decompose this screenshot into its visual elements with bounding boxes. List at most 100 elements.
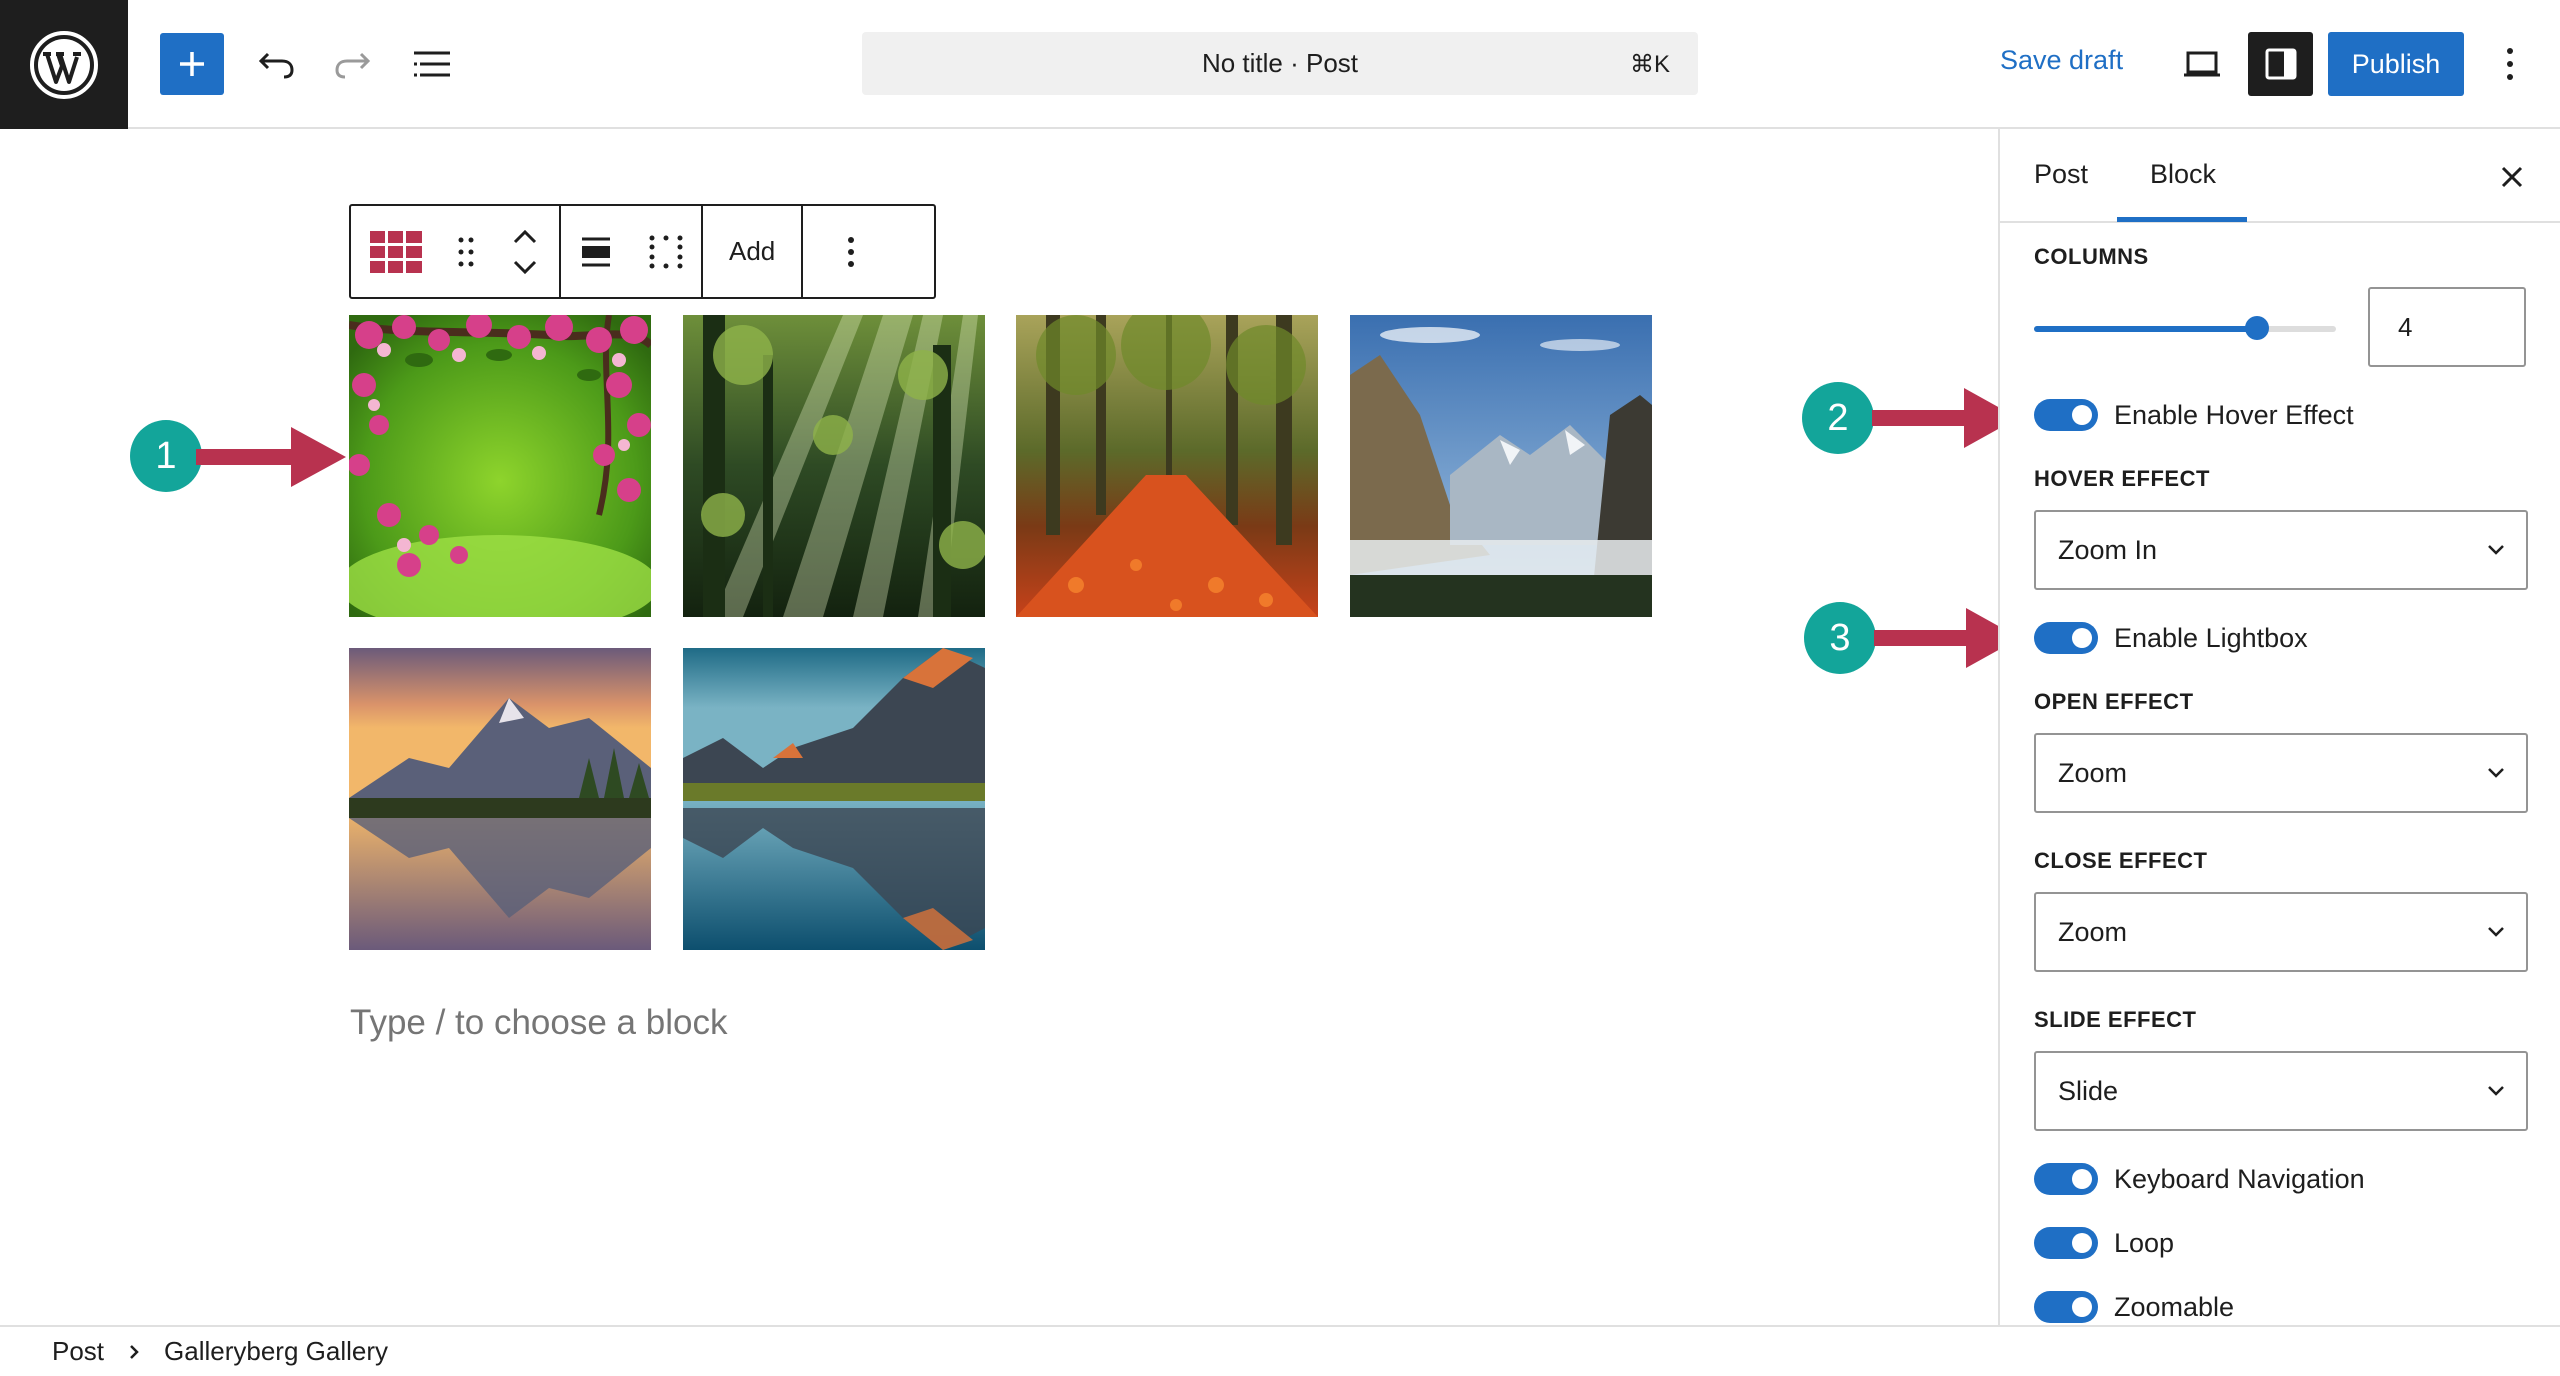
columns-label: COLUMNS bbox=[2034, 244, 2149, 269]
tab-block-active-indicator bbox=[2117, 217, 2247, 222]
layout-button[interactable] bbox=[631, 206, 701, 297]
redo-icon bbox=[335, 52, 371, 79]
chevron-down-icon bbox=[2488, 768, 2504, 778]
close-effect-value: Zoom bbox=[2058, 916, 2128, 947]
keyboard-navigation-row: Keyboard Navigation bbox=[2034, 1163, 2365, 1195]
plus-icon bbox=[180, 52, 204, 76]
document-overview-button[interactable] bbox=[400, 33, 464, 95]
enable-lightbox-row: Enable Lightbox bbox=[2034, 622, 2308, 654]
slide-effect-label: SLIDE EFFECT bbox=[2034, 1007, 2197, 1032]
options-menu-button[interactable] bbox=[2480, 33, 2540, 95]
command-center-button[interactable]: No title · Post ⌘K bbox=[862, 32, 1698, 95]
close-effect-select[interactable]: Zoom bbox=[2034, 892, 2528, 972]
more-vertical-icon bbox=[2507, 48, 2513, 80]
add-images-button[interactable]: Add bbox=[703, 206, 801, 297]
editor-canvas: Add Type / to choose a block 1 bbox=[0, 129, 1998, 1325]
block-type-button[interactable] bbox=[351, 206, 441, 297]
annotation-arrow-1 bbox=[196, 427, 346, 487]
settings-toggle-button[interactable] bbox=[2248, 32, 2313, 96]
valley-cliffs-image bbox=[1350, 315, 1652, 617]
block-toolbar-group-transform bbox=[351, 206, 561, 297]
undo-button[interactable] bbox=[245, 33, 309, 95]
gallery-block-icon bbox=[370, 230, 422, 273]
gallery-image-4[interactable] bbox=[1350, 315, 1652, 617]
document-title: No title · Post bbox=[1201, 48, 1359, 78]
annotation-badge-3: 3 bbox=[1804, 602, 1876, 674]
chevron-down-icon bbox=[2488, 545, 2504, 555]
block-breadcrumb: Post Galleryberg Gallery bbox=[0, 1325, 2560, 1376]
block-toolbar-group-options bbox=[803, 206, 899, 297]
keyboard-navigation-toggle[interactable] bbox=[2034, 1163, 2098, 1195]
gallery-image-6[interactable] bbox=[683, 648, 985, 950]
breadcrumb-current-block[interactable]: Galleryberg Gallery bbox=[164, 1336, 388, 1367]
open-effect-label: OPEN EFFECT bbox=[2034, 689, 2194, 714]
block-toolbar-group-align bbox=[561, 206, 703, 297]
block-toolbar: Add bbox=[349, 204, 936, 299]
forest-sunrays-image bbox=[683, 315, 985, 617]
default-block-appender[interactable]: Type / to choose a block bbox=[350, 1003, 727, 1043]
loop-label: Loop bbox=[2114, 1227, 2175, 1258]
tab-post[interactable]: Post bbox=[2034, 159, 2088, 190]
open-effect-value: Zoom bbox=[2058, 757, 2128, 788]
gallery-image-5[interactable] bbox=[349, 648, 651, 950]
wordpress-logo-button[interactable] bbox=[0, 0, 128, 129]
list-view-icon bbox=[414, 51, 450, 77]
zoomable-toggle[interactable] bbox=[2034, 1291, 2098, 1323]
enable-hover-effect-toggle[interactable] bbox=[2034, 399, 2098, 431]
autumn-forest-path-image bbox=[1016, 315, 1318, 617]
columns-slider-thumb[interactable] bbox=[2245, 316, 2270, 340]
zoomable-label: Zoomable bbox=[2114, 1291, 2235, 1322]
tab-block[interactable]: Block bbox=[2150, 159, 2216, 190]
enable-lightbox-toggle[interactable] bbox=[2034, 622, 2098, 654]
drag-handle[interactable] bbox=[441, 206, 491, 297]
breadcrumb-post[interactable]: Post bbox=[52, 1336, 104, 1367]
enable-lightbox-label: Enable Lightbox bbox=[2114, 622, 2308, 653]
loop-row: Loop bbox=[2034, 1227, 2174, 1259]
grid-dots-icon bbox=[649, 235, 683, 268]
gallery-image-2[interactable] bbox=[683, 315, 985, 617]
command-shortcut: ⌘K bbox=[1629, 51, 1670, 78]
close-icon bbox=[2501, 166, 2523, 188]
chevron-right-icon bbox=[128, 1343, 140, 1361]
move-block-buttons[interactable] bbox=[491, 206, 559, 297]
chevron-up-icon[interactable] bbox=[513, 229, 537, 245]
open-effect-select[interactable]: Zoom bbox=[2034, 733, 2528, 813]
gallery-image-3[interactable] bbox=[1016, 315, 1318, 617]
close-effect-label: CLOSE EFFECT bbox=[2034, 848, 2208, 873]
sidebar-icon bbox=[2265, 48, 2296, 80]
wordpress-icon bbox=[30, 30, 98, 99]
block-toolbar-group-add: Add bbox=[703, 206, 804, 297]
more-vertical-icon bbox=[848, 236, 855, 267]
hover-effect-label: HOVER EFFECT bbox=[2034, 466, 2210, 491]
mountain-lake-reflection-image bbox=[683, 648, 985, 950]
block-inserter-button[interactable] bbox=[160, 33, 224, 95]
block-options-button[interactable] bbox=[803, 206, 899, 297]
hover-effect-value: Zoom In bbox=[2058, 534, 2158, 565]
hover-effect-select[interactable]: Zoom In bbox=[2034, 510, 2528, 590]
undo-icon bbox=[258, 52, 294, 79]
slide-effect-select[interactable]: Slide bbox=[2034, 1051, 2528, 1131]
chevron-down-icon bbox=[2488, 927, 2504, 937]
loop-toggle[interactable] bbox=[2034, 1227, 2098, 1259]
align-button[interactable] bbox=[561, 206, 631, 297]
publish-button[interactable]: Publish bbox=[2328, 32, 2464, 96]
slide-effect-value: Slide bbox=[2058, 1075, 2119, 1106]
save-draft-button[interactable]: Save draft bbox=[2000, 45, 2123, 76]
redo-button[interactable] bbox=[320, 33, 384, 95]
mountain-lake-sunset-image bbox=[349, 648, 651, 950]
preview-button[interactable] bbox=[2170, 33, 2234, 95]
drag-handle-icon bbox=[458, 237, 474, 266]
annotation-badge-1: 1 bbox=[130, 420, 202, 492]
sidebar-tabs: Post Block bbox=[2000, 129, 2560, 223]
columns-number-input[interactable]: 4 bbox=[2368, 287, 2526, 367]
align-none-icon bbox=[582, 237, 610, 266]
chevron-down-icon[interactable] bbox=[513, 259, 537, 275]
gallery-image-1[interactable] bbox=[349, 315, 651, 617]
close-sidebar-button[interactable] bbox=[2494, 159, 2530, 195]
columns-slider[interactable] bbox=[2034, 316, 2336, 340]
flower-branch-image bbox=[349, 315, 651, 617]
editor-header: No title · Post ⌘K Save draft Publish bbox=[0, 0, 2560, 129]
zoomable-row: Zoomable bbox=[2034, 1291, 2234, 1323]
columns-slider-fill bbox=[2034, 326, 2258, 332]
desktop-preview-icon bbox=[2184, 51, 2220, 77]
